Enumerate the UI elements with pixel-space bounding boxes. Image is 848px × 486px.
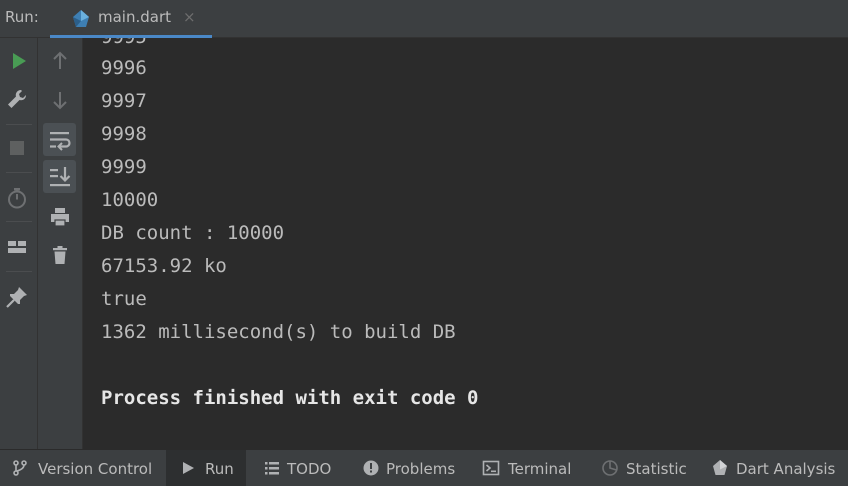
tab-run[interactable]: Run [166,450,246,486]
exit-message: Process finished with exit code 0 [101,387,479,409]
console-line: 9995 [101,38,147,48]
console-line: 9997 [101,90,147,112]
tab-statistic[interactable]: Statistic [592,450,692,486]
console-toolbar [38,38,83,449]
console-line: 1362 millisecond(s) to build DB [101,321,456,343]
run-label: Run: [5,8,39,26]
problems-icon [362,459,380,477]
terminal-icon [482,459,500,477]
tab-label: TODO [287,460,332,478]
pin-icon[interactable] [3,283,31,311]
tab-label: Run [205,460,234,478]
console-line: 10000 [101,189,159,211]
print-icon[interactable] [46,203,74,231]
tab-version-control[interactable]: Version Control [0,450,162,486]
tab-terminal[interactable]: Terminal [473,450,583,486]
toolbar-divider [6,271,32,272]
console-line: 67153.92 ko [101,255,227,277]
run-tool-icon [179,459,197,477]
toolbar-divider [6,172,32,173]
console-output[interactable]: 9995 9996 9997 9998 9999 10000 DB count … [83,38,848,449]
console-line: 9998 [101,123,147,145]
toolbar-divider [6,221,32,222]
tab-todo[interactable]: TODO [254,450,344,486]
tab-label: Dart Analysis [736,460,836,478]
dart-file-icon [71,9,91,29]
tab-main-dart[interactable]: main.dart × [50,0,212,38]
arrow-up-icon[interactable] [46,47,74,75]
tab-label: Version Control [38,460,153,478]
layout-icon[interactable] [3,233,31,261]
tab-problems[interactable]: Problems [353,450,463,486]
console-line: DB count : 10000 [101,222,285,244]
tab-label: Terminal [508,460,572,478]
run-header: Run: main.dart × [0,0,848,38]
tab-label: main.dart [98,8,172,26]
run-tool-window: Run: main.dart × 9996 9997 9998 9999 100… [0,0,848,486]
tab-dart-analysis[interactable]: Dart Analysis [702,450,848,486]
tool-window-bar: Version Control Run TODO Problems Termin… [0,449,848,486]
run-toolbar [0,38,38,449]
run-icon[interactable] [5,47,33,75]
console-line: 9996 [101,57,147,79]
console-line: true [101,288,147,310]
timer-icon[interactable] [3,184,31,212]
todo-icon [263,459,281,477]
version-control-icon [11,459,29,477]
close-icon[interactable]: × [183,8,196,26]
dart-analysis-icon [711,459,729,477]
statistic-icon [601,459,619,477]
toolbar-divider [6,124,32,125]
console-line: 9999 [101,156,147,178]
trash-icon[interactable] [46,241,74,269]
arrow-down-icon[interactable] [46,86,74,114]
tab-label: Statistic [626,460,687,478]
tab-label: Problems [386,460,456,478]
soft-wrap-icon[interactable] [43,123,76,156]
scroll-to-end-icon[interactable] [43,160,76,193]
wrench-icon[interactable] [3,85,31,113]
stop-icon[interactable] [3,134,31,162]
